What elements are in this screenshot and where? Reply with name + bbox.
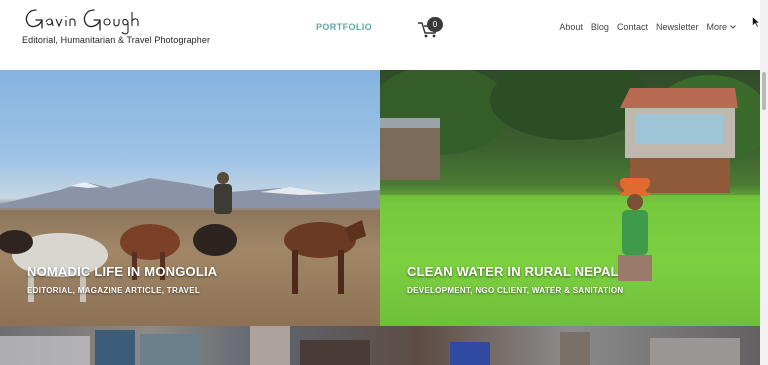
- site-header: Editorial, Humanitarian & Travel Photogr…: [0, 0, 768, 70]
- nav-blog[interactable]: Blog: [591, 22, 609, 32]
- page-scrollbar[interactable]: [760, 0, 768, 365]
- site-tagline: Editorial, Humanitarian & Travel Photogr…: [22, 35, 211, 45]
- tile-title: NOMADIC LIFE IN MONGOLIA: [27, 264, 218, 279]
- tile-title: CLEAN WATER IN RURAL NEPAL: [407, 264, 619, 279]
- nav-more-label: More: [706, 22, 727, 32]
- cart-count-badge: 0: [427, 17, 443, 32]
- portfolio-tile-nepal[interactable]: CLEAN WATER IN RURAL NEPAL DEVELOPMENT, …: [380, 70, 760, 326]
- nav-about[interactable]: About: [559, 22, 583, 32]
- tile-subtitle: DEVELOPMENT, NGO CLIENT, WATER & SANITAT…: [407, 286, 624, 295]
- tile-subtitle: EDITORIAL, MAGAZINE ARTICLE, TRAVEL: [27, 286, 201, 295]
- nav-portfolio[interactable]: PORTFOLIO: [316, 22, 372, 32]
- main-nav: About Blog Contact Newsletter More: [559, 22, 736, 32]
- portfolio-tile-mongolia[interactable]: NOMADIC LIFE IN MONGOLIA EDITORIAL, MAGA…: [0, 70, 380, 326]
- site-logo[interactable]: [22, 4, 152, 36]
- portfolio-tile-next-row[interactable]: [0, 326, 760, 365]
- next-row-photo: [0, 326, 740, 365]
- cursor-icon: [752, 16, 760, 28]
- nav-newsletter[interactable]: Newsletter: [656, 22, 699, 32]
- nav-contact[interactable]: Contact: [617, 22, 648, 32]
- chevron-down-icon: [730, 25, 736, 29]
- nav-more-dropdown[interactable]: More: [706, 22, 736, 32]
- scrollbar-thumb[interactable]: [762, 72, 766, 110]
